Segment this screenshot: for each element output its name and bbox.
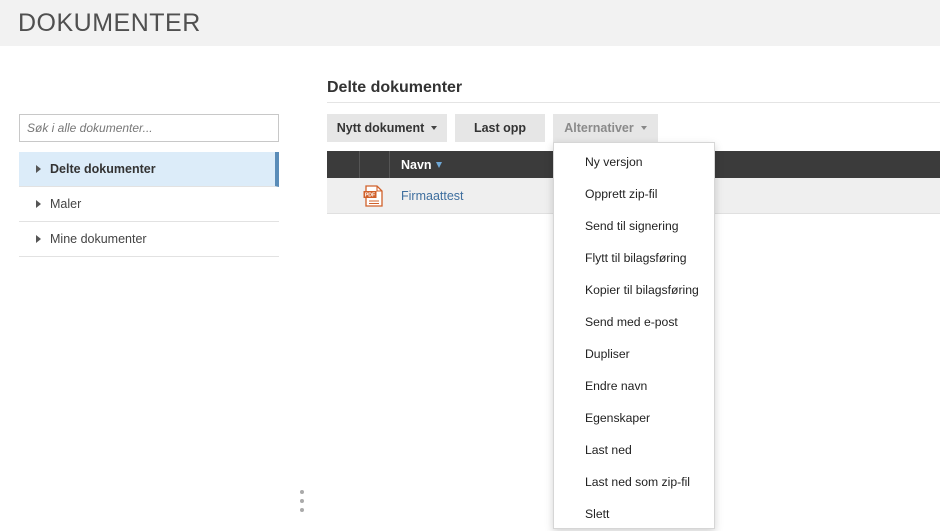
svg-text:PDF: PDF [365,193,375,199]
column-divider [359,151,360,178]
menu-item-delete[interactable]: Slett [554,498,714,530]
chevron-down-icon [640,126,647,130]
menu-item-send-email[interactable]: Send med e-post [554,306,714,338]
page-title: Delte dokumenter [327,79,463,96]
menu-item-copy-to-bookkeeping[interactable]: Kopier til bilagsføring [554,274,714,306]
chevron-down-icon [431,126,438,130]
pdf-icon: PDF [363,185,383,207]
title-divider [327,102,940,103]
new-document-label: Nytt dokument [336,121,425,135]
search-box[interactable] [19,114,279,142]
column-header-name[interactable]: Navn [401,158,442,172]
sidebar-item-label: Mine dokumenter [50,232,147,246]
file-name-link[interactable]: Firmaattest [401,189,464,203]
top-bar: DOKUMENTER [0,0,940,46]
sort-desc-icon [435,162,442,168]
upload-button[interactable]: Last opp [455,114,545,142]
menu-item-send-to-signing[interactable]: Send til signering [554,210,714,242]
menu-item-move-to-bookkeeping[interactable]: Flytt til bilagsføring [554,242,714,274]
caret-right-icon [36,200,41,208]
menu-item-download-zip[interactable]: Last ned som zip-fil [554,466,714,498]
menu-item-download[interactable]: Last ned [554,434,714,466]
menu-item-duplicate[interactable]: Dupliser [554,338,714,370]
options-label: Alternativer [564,121,634,135]
menu-item-rename[interactable]: Endre navn [554,370,714,402]
upload-label: Last opp [473,121,527,135]
sidebar-item-delte-dokumenter[interactable]: Delte dokumenter [19,152,279,187]
new-document-button[interactable]: Nytt dokument [327,114,447,142]
menu-item-properties[interactable]: Egenskaper [554,402,714,434]
options-button[interactable]: Alternativer [553,114,658,142]
caret-right-icon [36,235,41,243]
grip-dot-icon [300,499,304,503]
menu-item-create-zip[interactable]: Opprett zip-fil [554,178,714,210]
sidebar-item-label: Delte dokumenter [50,162,156,176]
panel-resize-handle[interactable] [300,490,304,512]
sidebar-item-label: Maler [50,197,82,211]
sidebar-nav: Delte dokumenter Maler Mine dokumenter [19,152,279,257]
sidebar-item-mine-dokumenter[interactable]: Mine dokumenter [19,222,279,257]
sidebar-item-maler[interactable]: Maler [19,187,279,222]
column-header-label: Navn [401,158,432,172]
caret-right-icon [36,165,41,173]
menu-item-new-version[interactable]: Ny versjon [554,146,714,178]
grip-dot-icon [300,508,304,512]
grip-dot-icon [300,490,304,494]
options-dropdown-menu: Ny versjon Opprett zip-fil Send til sign… [553,142,715,529]
column-divider [389,151,390,178]
app-title: DOKUMENTER [18,9,201,37]
search-input[interactable] [20,115,278,141]
